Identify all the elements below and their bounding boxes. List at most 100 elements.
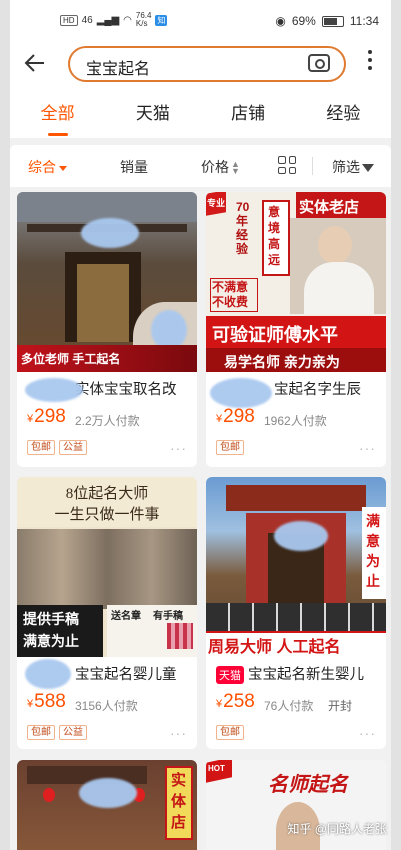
- tag-list: 包邮 公益: [27, 440, 87, 455]
- hot-text: HOT: [208, 764, 225, 773]
- tab-tmall[interactable]: 天猫: [105, 90, 200, 138]
- search-query: 宝宝起名: [86, 61, 151, 78]
- store-sign-text: 实体店: [171, 772, 187, 831]
- shop-banner-text: 实体老店: [299, 199, 360, 216]
- masters-strip: [206, 603, 386, 633]
- product-image[interactable]: 8位起名大师 一生只做一件事 提供手稿 满意为止 送名章 有手稿: [17, 477, 197, 657]
- product-image[interactable]: 多位老师 手工起名: [17, 192, 197, 372]
- blurred-title-region: [210, 378, 272, 408]
- product-card-3[interactable]: 8位起名大师 一生只做一件事 提供手稿 满意为止 送名章 有手稿 宝宝起名婴儿童…: [17, 477, 197, 749]
- tab-shops[interactable]: 店铺: [201, 90, 296, 138]
- product-card-5[interactable]: 实体店: [17, 760, 197, 850]
- sort-bar: 综合 销量 价格 ▲ ▼ 筛选: [10, 145, 391, 187]
- funnel-icon: [362, 164, 374, 173]
- phone-screen: HD 46 ▂▄▆ ◠ 76.4 K/s 知 ◉ 69% 11:34 宝宝起名 …: [0, 0, 401, 850]
- sort-overall[interactable]: 综合: [28, 157, 67, 177]
- product-card-2[interactable]: 专业 70年经验 意境高远 实体老店 不满意不收费 可验证师傅水平 易学名师 亲…: [206, 192, 386, 467]
- more-options-icon[interactable]: ···: [170, 725, 187, 741]
- left-edge: [0, 0, 10, 850]
- tab-experience[interactable]: 经验: [296, 90, 391, 138]
- sort-sales[interactable]: 销量: [120, 157, 148, 177]
- product-image[interactable]: 实体店: [17, 760, 197, 850]
- sort-price[interactable]: 价格 ▲ ▼: [201, 157, 240, 177]
- tab-all[interactable]: 全部: [10, 90, 105, 138]
- price-value: 258: [223, 691, 255, 712]
- sort-arrows-icon: ▲ ▼: [231, 159, 240, 177]
- app-badge-icon: 知: [155, 14, 168, 26]
- product-title-text: 宝宝起名婴儿童: [75, 667, 177, 683]
- currency: ¥: [27, 698, 34, 710]
- clock: 11:34: [349, 14, 379, 28]
- battery-percent: 69%: [291, 14, 316, 28]
- sort-overall-label: 综合: [28, 159, 56, 175]
- headline-subtext: 一生只做一件事: [54, 507, 160, 523]
- more-options-icon[interactable]: ···: [359, 440, 376, 456]
- subtitle-text: 易学名师 亲力亲为: [224, 354, 340, 370]
- grid-view-icon[interactable]: [278, 156, 296, 174]
- product-price: ¥298: [216, 406, 255, 428]
- price-value: 298: [223, 406, 255, 427]
- masters-group-photo: [17, 529, 197, 609]
- location: 开封: [328, 699, 353, 713]
- satisfaction-text: 满意为止: [23, 633, 79, 649]
- blurred-region: [79, 778, 137, 808]
- blurred-face: [151, 310, 187, 350]
- product-card-1[interactable]: 多位老师 手工起名 实体宝宝取名改 ¥298 2.2万人付款 包邮 公益 ···: [17, 192, 197, 467]
- manuscript-text: 提供手稿: [23, 611, 79, 627]
- blurred-region: [274, 521, 328, 551]
- currency: ¥: [216, 413, 223, 425]
- price-value: 298: [34, 406, 66, 427]
- tag-free-shipping: 包邮: [27, 440, 55, 455]
- product-image[interactable]: 满意为止 周易大师 人工起名: [206, 477, 386, 657]
- back-arrow-icon[interactable]: [24, 52, 48, 76]
- product-card-4[interactable]: 满意为止 周易大师 人工起名 天猫 宝宝起名新生婴儿 ¥258 76人付款 开封 …: [206, 477, 386, 749]
- network-speed: 76.4 K/s: [135, 11, 152, 28]
- status-right: ◉ 69% 11:34: [275, 14, 379, 28]
- status-bar: HD 46 ▂▄▆ ◠ 76.4 K/s 知 ◉ 69% 11:34: [10, 0, 391, 40]
- filter-button[interactable]: 筛选: [332, 157, 374, 177]
- camera-icon[interactable]: [308, 54, 330, 72]
- product-price: ¥298: [27, 406, 66, 428]
- tag-free-shipping: 包邮: [216, 440, 244, 455]
- category-tabs: 全部 天猫 店铺 经验: [10, 90, 391, 138]
- product-title-text: 实体宝宝取名改: [75, 382, 177, 398]
- blurred-title-region: [25, 659, 71, 689]
- tmall-badge: 天猫: [216, 666, 244, 685]
- divider: [312, 157, 313, 175]
- more-menu-icon[interactable]: [367, 50, 373, 70]
- network-indicator: 46: [81, 14, 93, 26]
- more-options-icon[interactable]: ···: [359, 725, 376, 741]
- blurred-region: [81, 218, 139, 248]
- banner-text: 多位老师 手工起名: [21, 352, 121, 366]
- more-options-icon[interactable]: ···: [170, 440, 187, 456]
- experience-text: 70年经验: [236, 200, 250, 256]
- verify-text: 可验证师傅水平: [212, 325, 338, 345]
- sold-count: 2.2万人付款: [75, 414, 140, 428]
- tag-list: 包邮 公益: [27, 725, 87, 740]
- manuscript-gift-text: 有手稿: [153, 611, 183, 622]
- currency: ¥: [216, 698, 223, 710]
- product-price: ¥258: [216, 691, 255, 713]
- wifi-icon: ◠: [123, 14, 132, 26]
- master-banner-text: 周易大师 人工起名: [208, 639, 341, 656]
- headline-text: 8位起名大师: [65, 486, 149, 502]
- motto-text: 意境高远: [268, 205, 281, 267]
- eye-icon: ◉: [275, 14, 286, 28]
- search-input[interactable]: 宝宝起名: [68, 46, 346, 82]
- product-image[interactable]: 专业 70年经验 意境高远 实体老店 不满意不收费 可验证师傅水平 易学名师 亲…: [206, 192, 386, 372]
- status-left: HD 46 ▂▄▆ ◠ 76.4 K/s 知: [60, 11, 168, 28]
- seal-box: [167, 623, 193, 649]
- dropdown-icon: [59, 165, 67, 171]
- satisfied-text: 满意为止: [366, 513, 380, 589]
- tag-list: 包邮: [216, 725, 244, 740]
- blurred-title-region: [25, 378, 83, 402]
- master-face: [318, 226, 352, 264]
- tag-list: 包邮: [216, 440, 244, 455]
- tag-free-shipping: 包邮: [216, 725, 244, 740]
- sold-count: 3156人付款: [75, 699, 138, 713]
- product-title-text: 宝宝起名新生婴儿: [248, 667, 364, 683]
- famous-master-text: 名师起名: [268, 774, 348, 796]
- seal-gift-text: 送名章: [111, 611, 141, 622]
- price-value: 588: [34, 691, 66, 712]
- currency: ¥: [27, 413, 34, 425]
